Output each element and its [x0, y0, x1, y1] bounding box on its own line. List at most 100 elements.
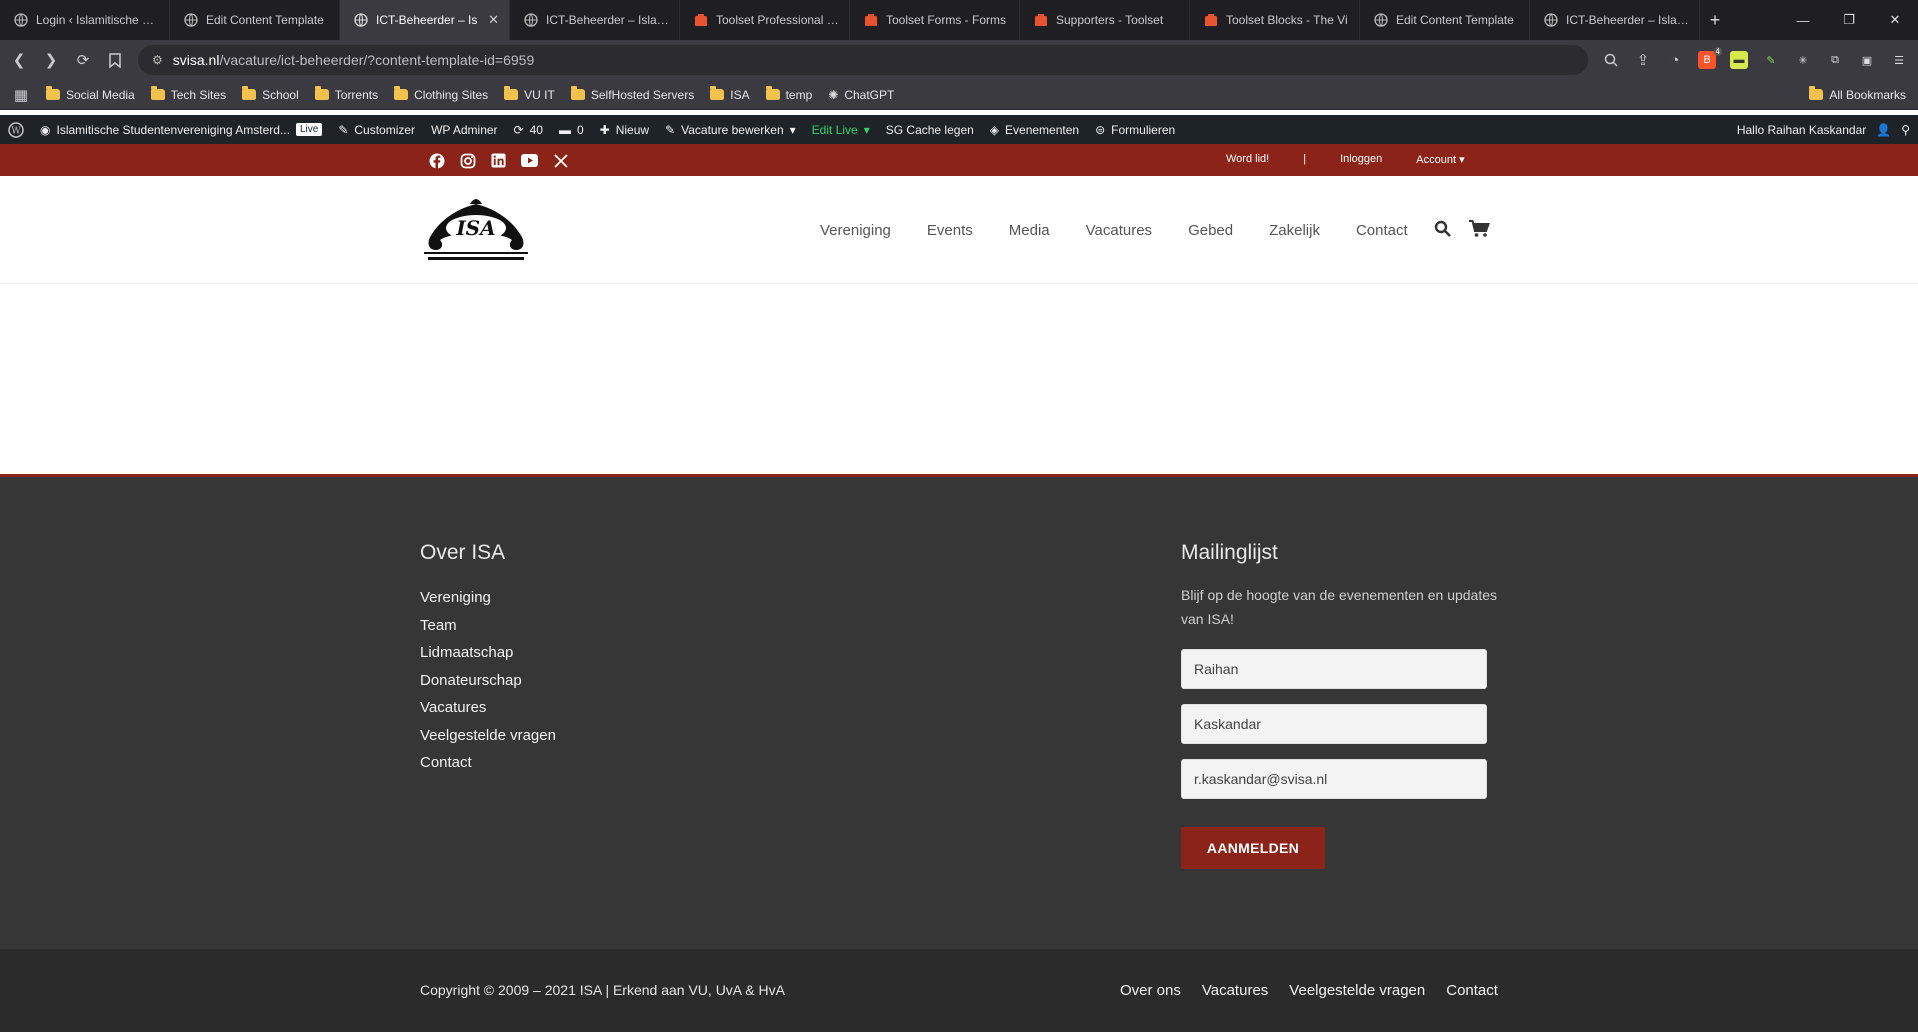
nav-vereniging[interactable]: Vereniging [820, 222, 891, 239]
nav-zakelijk[interactable]: Zakelijk [1269, 222, 1320, 239]
bottom-link-over-ons[interactable]: Over ons [1120, 982, 1181, 999]
bookmark-folder[interactable]: School [242, 86, 299, 102]
bookmark-folder[interactable]: VU IT [504, 86, 555, 102]
wp-customizer[interactable]: ✎ Customizer [338, 123, 415, 137]
browser-tab-active[interactable]: ICT-Beheerder – Is ✕ [340, 0, 510, 40]
youtube-icon[interactable] [521, 152, 538, 169]
browser-tab[interactable]: Toolset Professional Su [680, 0, 850, 40]
bookmark-folder[interactable]: temp [765, 86, 812, 102]
search-icon[interactable] [1434, 220, 1451, 243]
extensions-puzzle-icon[interactable]: ⧉ [1826, 51, 1844, 69]
footer-link-lidmaatschap[interactable]: Lidmaatschap [420, 644, 556, 662]
wp-cache[interactable]: SG Cache legen [886, 123, 974, 137]
chatgpt-icon: ✺ [828, 87, 839, 102]
new-tab-icon[interactable]: + [1700, 10, 1730, 31]
footer-link-faq[interactable]: Veelgestelde vragen [420, 727, 556, 745]
apps-grid-icon[interactable]: ▦ [12, 86, 30, 104]
toolset-icon [694, 13, 708, 27]
wp-events[interactable]: ◈ Evenementen [990, 123, 1079, 137]
cart-icon[interactable] [1469, 220, 1490, 243]
menu-icon[interactable]: ☰ [1890, 51, 1908, 69]
browser-tab[interactable]: ICT-Beheerder – Islamit [510, 0, 680, 40]
wp-updates[interactable]: ⟳ 40 [514, 123, 543, 137]
browser-tab[interactable]: Toolset Blocks - The Vi [1190, 0, 1360, 40]
subscribe-button[interactable]: AANMELDEN [1181, 827, 1325, 869]
nav-contact[interactable]: Contact [1356, 222, 1408, 239]
close-tab-icon[interactable]: ✕ [488, 12, 499, 28]
rss-icon[interactable]: ◔ [1666, 51, 1684, 69]
join-link[interactable]: Word lid! [1226, 153, 1269, 166]
browser-tab[interactable]: Edit Content Template [170, 0, 340, 40]
extension-icon[interactable]: ✳ [1794, 51, 1812, 69]
wp-site-name[interactable]: ◉ Islamitische Studentenvereniging Amster… [40, 123, 323, 137]
browser-tab[interactable]: Edit Content Template [1360, 0, 1530, 40]
bottom-link-contact[interactable]: Contact [1446, 982, 1498, 999]
browser-tab[interactable]: Supporters - Toolset [1020, 0, 1190, 40]
zoom-icon[interactable] [1602, 51, 1620, 69]
wp-edit-vacature[interactable]: ✎ Vacature bewerken ▾ [665, 123, 796, 137]
facebook-icon[interactable] [428, 152, 445, 169]
close-window-icon[interactable]: ✕ [1872, 0, 1918, 40]
bookmark-folder[interactable]: SelfHosted Servers [570, 86, 694, 102]
browser-tab[interactable]: ICT-Beheerder – Islamit [1530, 0, 1700, 40]
footer-link-team[interactable]: Team [420, 617, 556, 635]
bookmark-icon[interactable] [106, 51, 124, 69]
bottom-link-vacatures[interactable]: Vacatures [1202, 982, 1268, 999]
nav-gebed[interactable]: Gebed [1188, 222, 1233, 239]
x-icon[interactable] [552, 152, 569, 169]
bookmark-folder[interactable]: ISA [710, 86, 750, 102]
all-bookmarks[interactable]: All Bookmarks [1809, 86, 1906, 102]
nav-events[interactable]: Events [927, 222, 973, 239]
share-icon[interactable]: ⇪ [1634, 51, 1652, 69]
url-field[interactable]: ⚙ svisa.nl/vacature/ict-beheerder/?conte… [138, 45, 1588, 75]
first-name-input[interactable] [1181, 649, 1487, 689]
bookmark-folder[interactable]: Social Media [46, 86, 135, 102]
updates-count: 40 [529, 122, 543, 137]
linkedin-icon[interactable] [490, 152, 507, 169]
wp-new[interactable]: ✚ Nieuw [600, 123, 649, 137]
email-input[interactable] [1181, 759, 1487, 799]
footer-link-vacatures[interactable]: Vacatures [420, 699, 556, 717]
edit-label: Vacature bewerken [681, 122, 784, 137]
back-icon[interactable]: ❮ [10, 51, 28, 69]
restore-icon[interactable]: ❐ [1826, 0, 1872, 40]
folder-icon [710, 86, 725, 100]
wp-edit-live[interactable]: Edit Live ▾ [812, 123, 870, 137]
nav-media[interactable]: Media [1009, 222, 1050, 239]
extension-icon[interactable]: ✎ [1762, 51, 1780, 69]
minimize-icon[interactable]: — [1780, 0, 1826, 40]
bookmark-folder[interactable]: Clothing Sites [394, 86, 488, 102]
footer-link-donateurschap[interactable]: Donateurschap [420, 672, 556, 690]
nav-vacatures[interactable]: Vacatures [1086, 222, 1152, 239]
svg-text:W: W [11, 126, 21, 136]
folder-icon [1809, 86, 1824, 100]
bottom-link-faq[interactable]: Veelgestelde vragen [1289, 982, 1425, 999]
instagram-icon[interactable] [459, 152, 476, 169]
login-link[interactable]: Inloggen [1340, 153, 1382, 166]
isa-logo[interactable]: ISA [418, 190, 534, 268]
browser-tab[interactable]: Toolset Forms - Forms [850, 0, 1020, 40]
browser-tab[interactable]: Login ‹ Islamitische Stu [0, 0, 170, 40]
bookmarks-bar: ▦ Social Media Tech Sites School Torrent… [0, 80, 1918, 110]
brave-shield-icon[interactable]: B4 [1698, 47, 1722, 69]
bookmark-folder[interactable]: Torrents [314, 86, 378, 102]
wordpress-logo-icon[interactable]: W [8, 121, 24, 138]
bookmark-folder[interactable]: Tech Sites [150, 86, 226, 102]
site-settings-icon[interactable]: ⚙ [152, 53, 163, 67]
wp-forms[interactable]: ⊜ Formulieren [1095, 123, 1175, 137]
wp-adminer[interactable]: WP Adminer [431, 123, 497, 137]
account-menu[interactable]: Account ▾ [1416, 153, 1464, 166]
wp-comments[interactable]: ▬ 0 [559, 123, 584, 137]
reload-icon[interactable]: ⟳ [74, 51, 92, 69]
forward-icon[interactable]: ❯ [42, 51, 60, 69]
bookmark-chatgpt[interactable]: ✺ ChatGPT [828, 88, 894, 102]
extension-icon[interactable]: ▬ [1730, 51, 1748, 69]
last-name-input[interactable] [1181, 704, 1487, 744]
wallet-icon[interactable]: ▣ [1858, 51, 1876, 69]
edit-live-label: Edit Live [811, 122, 858, 137]
footer-link-vereniging[interactable]: Vereniging [420, 589, 556, 607]
search-icon[interactable]: ⚲ [1901, 123, 1910, 137]
wp-account[interactable]: Hallo Raihan Kaskandar 👤 ⚲ [1737, 123, 1910, 137]
footer-link-contact[interactable]: Contact [420, 754, 556, 772]
main-navigation: Vereniging Events Media Vacatures Gebed … [820, 222, 1408, 239]
